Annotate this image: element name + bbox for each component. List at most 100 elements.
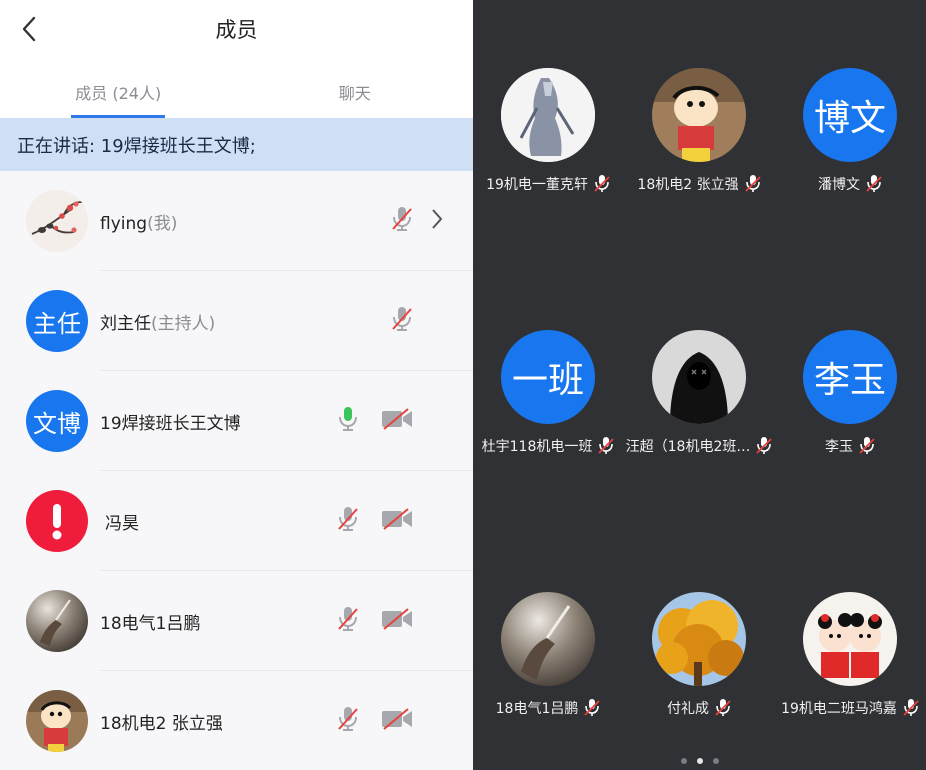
member-name-text: 19焊接班长王文博 (100, 413, 241, 434)
participant-label: 付礼成 (624, 698, 774, 718)
member-name: 18电气1吕鹏 (100, 609, 200, 634)
participant-name: 18电气1吕鹏 (495, 701, 579, 717)
avatar (26, 490, 88, 552)
member-role: (主持人) (151, 313, 216, 334)
member-name-text: 冯昊 (105, 513, 139, 534)
mic-muted-icon (715, 699, 731, 716)
member-panel: 成员 成员 (24人) 聊天 正在讲话: 19焊接班长王文博; flying(我… (0, 0, 473, 770)
participant-label: 杜宇118机电一班 (473, 436, 623, 456)
participant-label: 18电气1吕鹏 (473, 698, 623, 718)
participant-name: 19机电一董克轩 (486, 177, 588, 193)
mic-muted-icon (598, 437, 614, 454)
participant-label: 汪超（18机电2班… (624, 436, 774, 456)
member-name-text: 18机电2 张立强 (100, 713, 223, 734)
mic-muted-icon (744, 175, 761, 192)
member-controls (391, 171, 413, 271)
camera-off-icon[interactable] (381, 607, 413, 635)
participant-tile[interactable]: 19机电一董克轩 (473, 68, 623, 194)
participant-name: 19机电二班马鸿嘉 (781, 701, 897, 717)
member-name-text: flying (100, 213, 148, 234)
mic-muted-icon[interactable] (391, 305, 413, 337)
plum-blossom-image (26, 190, 88, 252)
participant-tile[interactable]: 18电气1吕鹏 (473, 592, 623, 718)
mic-muted-icon (866, 175, 882, 192)
mic-muted-icon[interactable] (337, 605, 359, 637)
member-row[interactable]: 文博 19焊接班长王文博 (0, 371, 473, 471)
active-tab-indicator (71, 115, 166, 118)
dark-hoodie-image (652, 330, 746, 424)
participant-label: 李玉 (775, 436, 925, 456)
member-list: flying(我) 主任 刘主任(主持人) 文博 19焊接班长王文博 冯昊 18… (0, 171, 473, 770)
page-dot[interactable] (712, 758, 719, 764)
mic-muted-icon[interactable] (391, 205, 413, 237)
participant-tile[interactable]: 18机电2 张立强 (624, 68, 774, 194)
avatar: 主任 (26, 290, 88, 352)
participant-name: 付礼成 (667, 701, 709, 717)
participant-name: 18机电2 张立强 (637, 177, 739, 193)
member-name: 冯昊 (105, 509, 139, 534)
participant-label: 18机电2 张立强 (624, 174, 774, 194)
member-controls (391, 271, 413, 371)
participant-label: 19机电二班马鸿嘉 (775, 698, 925, 718)
tab-members[interactable]: 成员 (24人) (0, 58, 237, 118)
avatar (501, 68, 595, 162)
member-row[interactable]: 主任 刘主任(主持人) (0, 271, 473, 371)
participant-label: 潘博文 (775, 174, 925, 194)
participant-tile[interactable]: 汪超（18机电2班… (624, 330, 774, 456)
exclamation-icon (52, 504, 62, 540)
page-dot[interactable] (680, 758, 687, 764)
participant-tile[interactable]: 博文 潘博文 (775, 68, 925, 194)
avatar (652, 330, 746, 424)
member-name: 19焊接班长王文博 (100, 409, 241, 434)
autumn-tree-image (652, 592, 746, 686)
avatar (803, 592, 897, 686)
mic-muted-icon (903, 699, 919, 716)
member-row[interactable]: flying(我) (0, 171, 473, 271)
mic-muted-icon[interactable] (337, 505, 359, 537)
participant-label: 19机电一董克轩 (473, 174, 623, 194)
cartoon-boy-image (652, 68, 746, 162)
chevron-right-icon[interactable] (431, 208, 443, 230)
participant-name: 汪超（18机电2班… (625, 439, 751, 455)
avatar: 文博 (26, 390, 88, 452)
tab-chat[interactable]: 聊天 (237, 58, 474, 118)
app-root: 成员 成员 (24人) 聊天 正在讲话: 19焊接班长王文博; flying(我… (0, 0, 926, 770)
mic-active-icon[interactable] (337, 405, 359, 437)
mic-muted-icon[interactable] (337, 705, 359, 737)
camera-off-icon[interactable] (381, 507, 413, 535)
warrior-art-image (501, 68, 595, 162)
member-controls (337, 371, 413, 471)
avatar (26, 690, 88, 752)
mic-muted-icon (584, 699, 600, 716)
avatar (652, 68, 746, 162)
cartoon-boy-image (26, 690, 88, 752)
header: 成员 (0, 0, 473, 58)
hand-photo-image (501, 592, 595, 686)
member-role: (我) (147, 213, 178, 234)
camera-off-icon[interactable] (381, 407, 413, 435)
participant-tile[interactable]: 李玉 李玉 (775, 330, 925, 456)
tab-chat-label: 聊天 (338, 84, 371, 103)
avatar: 一班 (501, 330, 595, 424)
participant-tile[interactable]: 付礼成 (624, 592, 774, 718)
participant-name: 李玉 (825, 439, 853, 455)
page-dot-active[interactable] (696, 758, 703, 764)
member-row[interactable]: 冯昊 (0, 471, 473, 571)
member-row[interactable]: 18机电2 张立强 (0, 671, 473, 770)
member-row[interactable]: 18电气1吕鹏 (0, 571, 473, 671)
tab-bar: 成员 (24人) 聊天 (0, 58, 473, 118)
member-name-text: 刘主任 (100, 313, 151, 334)
hand-photo-image (26, 590, 88, 652)
page-title: 成员 (215, 18, 258, 42)
member-controls (337, 671, 413, 770)
page-indicator[interactable] (473, 758, 926, 764)
member-name: 刘主任(主持人) (100, 309, 215, 334)
member-name: 18机电2 张立强 (100, 709, 223, 734)
participant-tile[interactable]: 19机电二班马鸿嘉 (775, 592, 925, 718)
avatar (501, 592, 595, 686)
speaking-banner: 正在讲话: 19焊接班长王文博; (0, 118, 473, 171)
mic-muted-icon (594, 175, 610, 192)
camera-off-icon[interactable] (381, 707, 413, 735)
participant-tile[interactable]: 一班 杜宇118机电一班 (473, 330, 623, 456)
mic-muted-icon (756, 437, 772, 454)
